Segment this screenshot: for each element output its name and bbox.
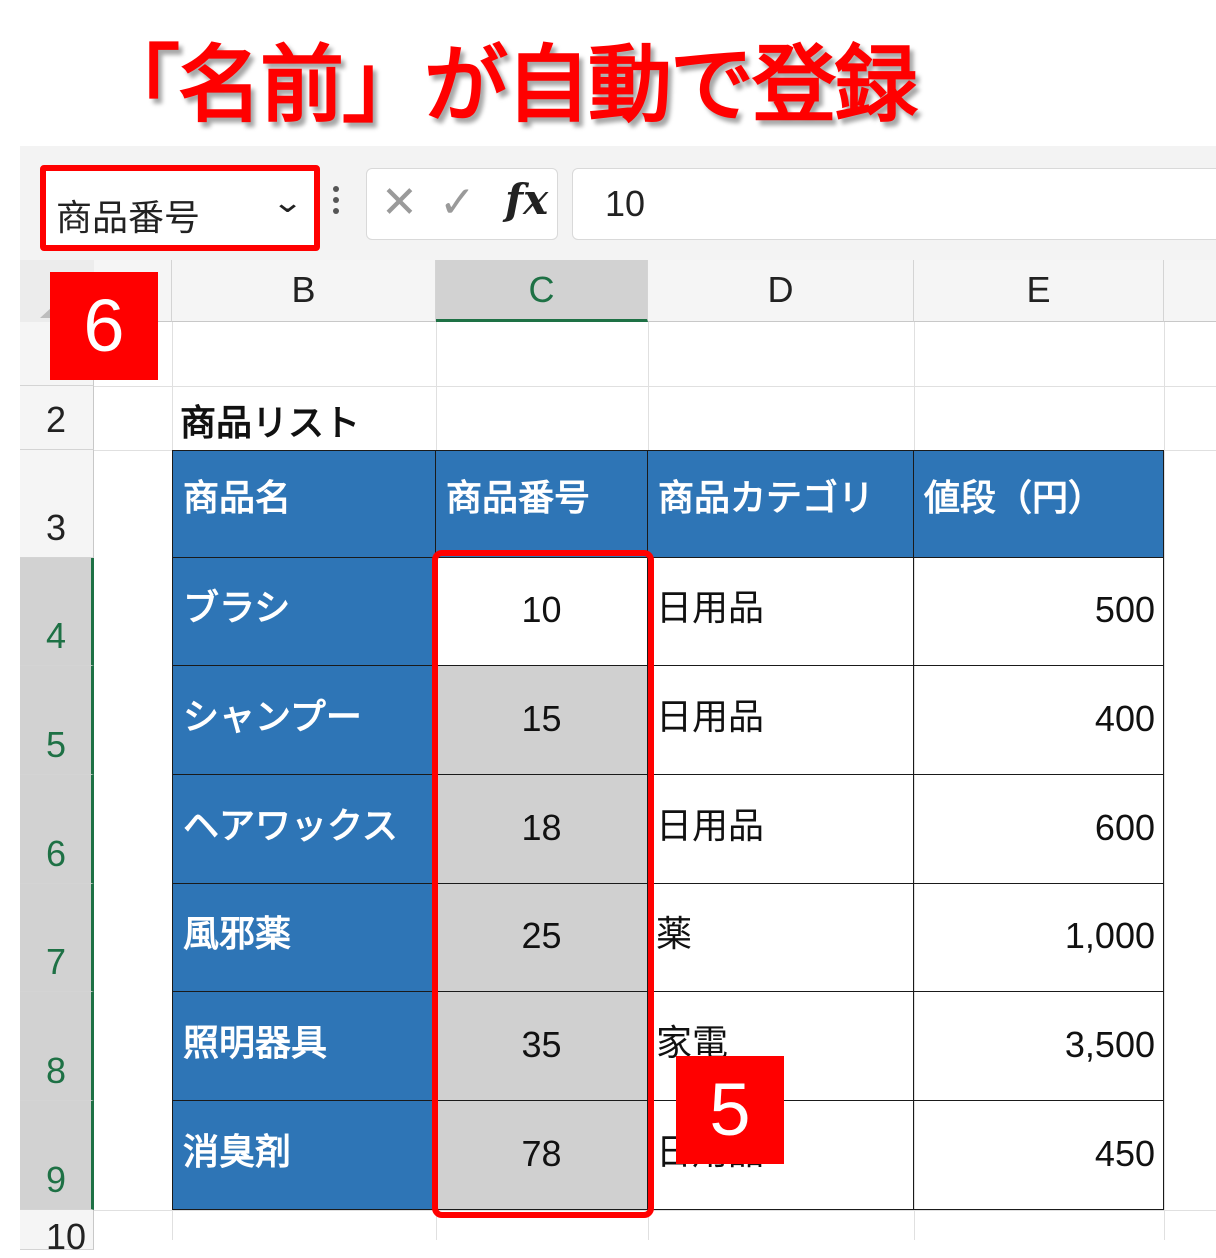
column-header-c[interactable]: C <box>436 260 648 322</box>
table-header-number[interactable]: 商品番号 <box>436 450 648 558</box>
price-cell[interactable]: 450 <box>914 1101 1164 1210</box>
row-number: 4 <box>46 615 67 656</box>
product-name-cell[interactable]: ブラシ <box>172 558 436 666</box>
category-cell[interactable]: 薬 <box>648 884 914 992</box>
grid-line <box>94 1210 1216 1211</box>
price-cell[interactable]: 500 <box>914 558 1164 666</box>
category-cell[interactable]: 日用品 <box>648 558 914 666</box>
headline: 「名前」が自動で登録 <box>96 36 918 134</box>
product-name-cell[interactable]: ヘアワックス <box>172 775 436 884</box>
column-header-d[interactable]: D <box>648 260 914 322</box>
product-name-cell[interactable]: 風邪薬 <box>172 884 436 992</box>
row-number: 8 <box>46 1050 67 1091</box>
row-number: 7 <box>46 941 67 982</box>
row-number: 9 <box>46 1159 67 1200</box>
product-name-cell[interactable]: 消臭剤 <box>172 1101 436 1210</box>
cross-icon[interactable]: ✕ <box>381 177 418 228</box>
grid-line <box>1164 322 1165 1240</box>
fx-icon[interactable]: fx <box>505 175 548 224</box>
grid-line <box>94 386 1216 387</box>
product-name-cell[interactable]: 照明器具 <box>172 992 436 1101</box>
more-options-icon[interactable] <box>332 186 340 219</box>
row-header-8[interactable]: 8 <box>20 992 94 1101</box>
step-badge-6: 6 <box>50 272 158 380</box>
row-number: 2 <box>46 399 67 440</box>
column-header-e[interactable]: E <box>914 260 1164 322</box>
formula-value: 10 <box>605 183 646 224</box>
check-icon[interactable]: ✓ <box>439 177 476 228</box>
product-name-cell[interactable]: シャンプー <box>172 666 436 775</box>
row-header-6[interactable]: 6 <box>20 775 94 884</box>
list-title: 商品リスト <box>180 403 361 444</box>
column-header-b[interactable]: B <box>172 260 436 322</box>
row-header-3[interactable]: 3 <box>20 450 94 558</box>
table-header-name[interactable]: 商品名 <box>172 450 436 558</box>
row-header-4[interactable]: 4 <box>20 558 94 666</box>
price-cell[interactable]: 3,500 <box>914 992 1164 1101</box>
row-number: 10 <box>46 1216 87 1257</box>
name-box-highlight <box>40 165 320 251</box>
formula-controls: ✕ ✓ fx <box>366 168 558 240</box>
price-cell[interactable]: 600 <box>914 775 1164 884</box>
price-cell[interactable]: 400 <box>914 666 1164 775</box>
formula-input[interactable]: 10 <box>572 168 1216 240</box>
category-cell[interactable]: 日用品 <box>648 775 914 884</box>
step-badge-5: 5 <box>676 1056 784 1164</box>
row-header-2[interactable]: 2 <box>20 386 94 450</box>
category-cell[interactable]: 日用品 <box>648 666 914 775</box>
row-header-9[interactable]: 9 <box>20 1101 94 1210</box>
column-header-f[interactable] <box>1164 260 1216 322</box>
row-number: 5 <box>46 724 67 765</box>
row-header-5[interactable]: 5 <box>20 666 94 775</box>
row-number: 6 <box>46 833 67 874</box>
price-cell[interactable]: 1,000 <box>914 884 1164 992</box>
selection-highlight <box>432 550 654 1218</box>
row-header-7[interactable]: 7 <box>20 884 94 992</box>
table-header-price[interactable]: 値段（円） <box>914 450 1164 558</box>
row-number: 3 <box>46 507 67 548</box>
table-header-category[interactable]: 商品カテゴリ <box>648 450 914 558</box>
row-header-10[interactable]: 10 <box>20 1210 94 1257</box>
